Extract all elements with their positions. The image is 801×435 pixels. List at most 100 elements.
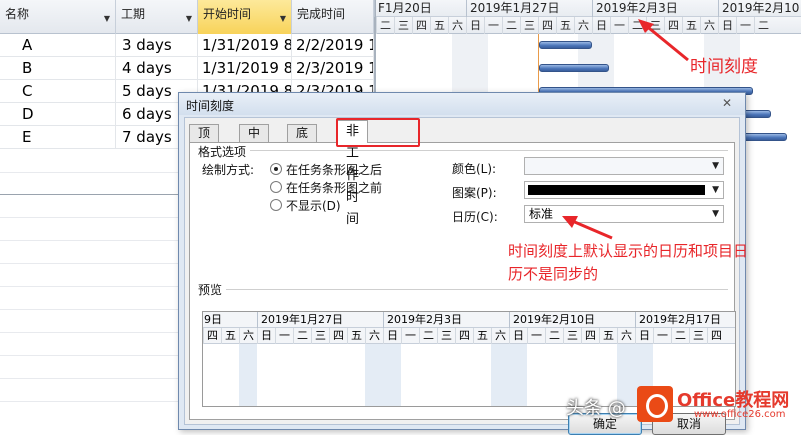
column-header-finish[interactable]: 完成时间 (292, 0, 374, 34)
radio-label[interactable]: 在任务条形图之前 (286, 179, 382, 196)
tab-highlight-box (336, 118, 420, 147)
timescale-week: 2019年2月3日 (592, 0, 718, 17)
task-duration[interactable]: 3 days (116, 34, 198, 57)
timescale-day: 日 (718, 17, 736, 34)
preview-day: 五 (347, 328, 365, 344)
preview-day: 四 (707, 328, 725, 344)
chevron-down-icon: ▼ (712, 161, 719, 171)
timescale-day: 日 (466, 17, 484, 34)
task-name[interactable]: E (0, 126, 116, 149)
preview-day: 二 (671, 328, 689, 344)
column-header-label: 工期 (121, 7, 146, 21)
timescale-day: 一 (736, 17, 754, 34)
column-header-label: 开始时间 (203, 7, 252, 21)
timescale-bottom-tier[interactable]: 二 三 四 五 六 日 一 二 三 四 五 六 日 一 二 三 四 五 六 日 … (376, 17, 801, 34)
preview-day: 一 (527, 328, 545, 344)
task-name[interactable]: A (0, 34, 116, 57)
timescale-day: 二 (754, 17, 772, 34)
preview-day: 一 (653, 328, 671, 344)
preview-day: 五 (221, 328, 239, 344)
calendar-value: 标准 (529, 207, 554, 221)
timescale-top-tier[interactable]: F1月20日 2019年1月27日 2019年2月3日 2019年2月10日 (374, 0, 801, 17)
preview-day: 四 (581, 328, 599, 344)
preview-week: 2019年1月27日 (257, 312, 383, 328)
column-header-duration[interactable]: 工期 ▼ (116, 0, 198, 34)
timescale-day: 二 (502, 17, 520, 34)
calendar-select[interactable]: 标准 ▼ (524, 205, 724, 223)
task-start[interactable]: 1/31/2019 8 (198, 57, 292, 80)
color-select[interactable]: ▼ (524, 157, 724, 175)
task-start[interactable]: 1/31/2019 8 (198, 34, 292, 57)
preview-week: 9日 (203, 312, 257, 328)
timescale-day: 四 (538, 17, 556, 34)
tab-top-tier[interactable]: 顶层 (189, 124, 220, 157)
close-icon[interactable]: ✕ (717, 96, 737, 111)
dialog-title: 时间刻度 (186, 99, 235, 113)
timescale-week: 2019年2月10日 (718, 0, 801, 17)
task-finish[interactable]: 2/2/2019 1 (292, 34, 374, 57)
task-bar[interactable] (539, 64, 609, 72)
pattern-select[interactable]: ▼ (524, 181, 724, 199)
chevron-down-icon: ▼ (712, 209, 719, 219)
chevron-down-icon[interactable]: ▼ (104, 14, 110, 23)
task-finish[interactable]: 2/3/2019 1 (292, 57, 374, 80)
calendar-label: 日历(C): (452, 210, 498, 224)
radio-behind-bars[interactable] (270, 163, 282, 175)
timescale-day: 五 (556, 17, 574, 34)
pattern-label: 图案(P): (452, 186, 497, 200)
chevron-down-icon[interactable]: ▼ (280, 14, 286, 23)
radio-in-front-of-bars[interactable] (270, 181, 282, 193)
tab-middle-tier[interactable]: 中层 (239, 124, 270, 157)
radio-label[interactable]: 在任务条形图之后 (286, 161, 382, 178)
preview-day: 三 (437, 328, 455, 344)
preview-day: 日 (635, 328, 653, 344)
preview-day: 日 (509, 328, 527, 344)
timescale-day: 六 (448, 17, 466, 34)
preview-day: 日 (383, 328, 401, 344)
timescale-day: 六 (574, 17, 592, 34)
radio-label[interactable]: 不显示(D) (286, 197, 341, 214)
tab-bottom-tier[interactable]: 底层 (287, 124, 318, 157)
timescale-day: 五 (430, 17, 448, 34)
dialog-titlebar[interactable]: 时间刻度 ✕ (179, 93, 745, 115)
divider (198, 150, 728, 151)
column-header-name[interactable]: 名称 ▼ (0, 0, 116, 34)
timescale-week: F1月20日 (374, 0, 466, 17)
preview-day: 三 (689, 328, 707, 344)
task-bar[interactable] (539, 41, 592, 49)
annotation-label: 时间刻度上默认显示的日历和项目日历不是同步的 (508, 242, 749, 283)
chevron-down-icon: ▼ (712, 185, 719, 195)
preview-day: 四 (455, 328, 473, 344)
radio-do-not-draw[interactable] (270, 199, 282, 211)
column-header-start[interactable]: 开始时间 ▼ (198, 0, 292, 34)
preview-day: 一 (401, 328, 419, 344)
nonworking-shading (365, 344, 401, 406)
task-name[interactable]: B (0, 57, 116, 80)
preview-day: 二 (419, 328, 437, 344)
timescale-day: 四 (412, 17, 430, 34)
task-duration[interactable]: 4 days (116, 57, 198, 80)
preview-day: 六 (491, 328, 509, 344)
nonworking-shading (239, 344, 257, 406)
preview-week: 2019年2月10日 (509, 312, 635, 328)
preview-week: 2019年2月3日 (383, 312, 509, 328)
preview-day: 一 (275, 328, 293, 344)
preview-day: 五 (599, 328, 617, 344)
timescale-week: 2019年1月27日 (466, 0, 592, 17)
table-row[interactable]: A 3 days 1/31/2019 8 2/2/2019 1 (0, 34, 374, 57)
timescale-day: 三 (520, 17, 538, 34)
column-header-label: 名称 (5, 7, 30, 21)
timescale-day: 六 (700, 17, 718, 34)
watermark-url: www.office26.com (694, 409, 786, 420)
nonworking-shading (491, 344, 527, 406)
preview-top-tier: 9日 2019年1月27日 2019年2月3日 2019年2月10日 2019年… (203, 312, 735, 328)
task-name[interactable]: D (0, 103, 116, 126)
divider (198, 289, 728, 290)
timescale-day: 一 (610, 17, 628, 34)
table-row[interactable]: B 4 days 1/31/2019 8 2/3/2019 1 (0, 57, 374, 80)
preview-bottom-tier: 四 五 六 日 一 二 三 四 五 六 日 一 二 三 四 五 六 日 一 二 … (203, 328, 735, 344)
chevron-down-icon[interactable]: ▼ (186, 14, 192, 23)
section-format-label: 格式选项 (198, 143, 251, 160)
preview-day: 四 (329, 328, 347, 344)
task-name[interactable]: C (0, 80, 116, 103)
